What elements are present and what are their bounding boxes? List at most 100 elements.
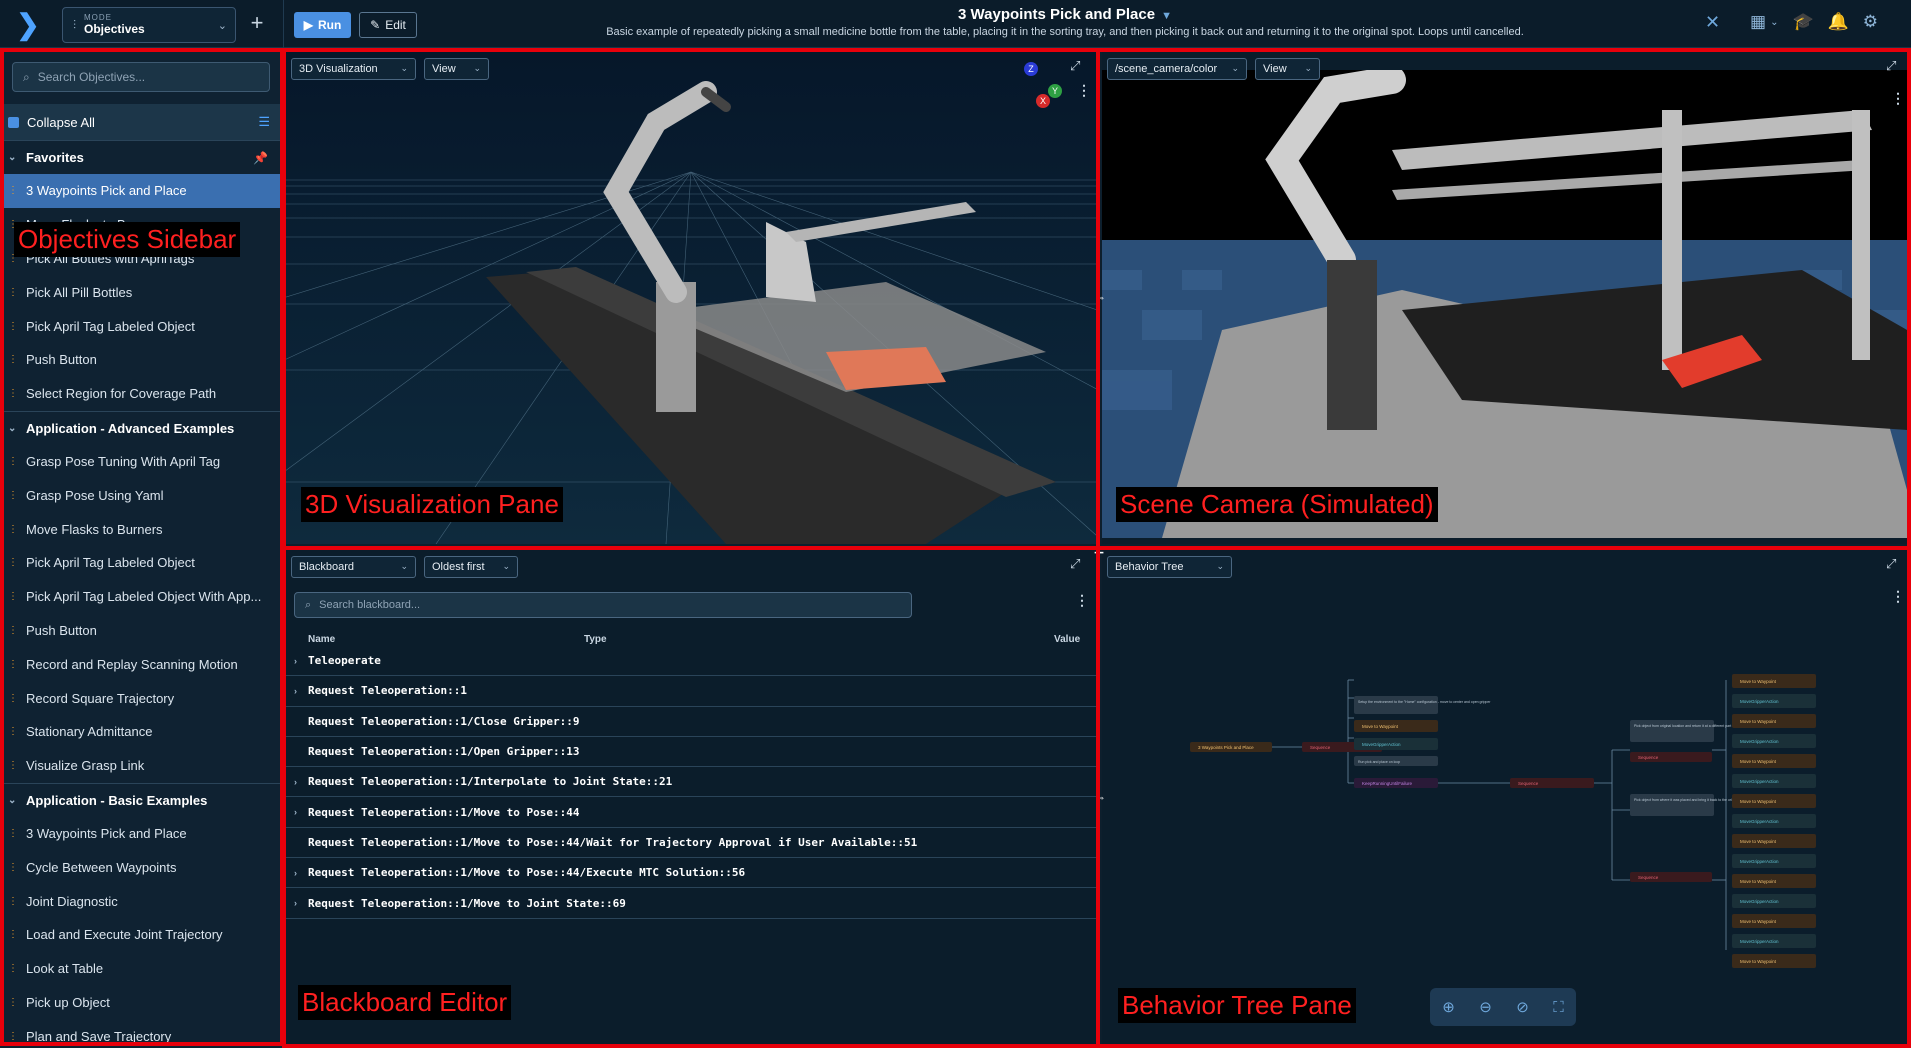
list-item[interactable]: ⋮ Pick April Tag Labeled Object — [0, 309, 282, 343]
search-objectives-input[interactable]: ⌕ Search Objectives... — [12, 62, 270, 92]
visualization-dropdown[interactable]: 3D Visualization ⌄ — [291, 58, 416, 80]
list-item[interactable]: ⋮ Stationary Admittance — [0, 715, 282, 749]
table-row[interactable]: › Request Teleoperation::1/Move to Pose::… — [286, 858, 1096, 889]
tree-gripper-node[interactable]: MoveGripperAction — [1732, 734, 1816, 748]
layout-grid-icon[interactable]: ▦ — [1750, 12, 1766, 32]
tree-gripper-node[interactable]: MoveGripperAction — [1732, 814, 1816, 828]
hide-icon[interactable]: ⊘ — [1516, 998, 1529, 1016]
list-item[interactable]: ⋮ Pick All Pill Bottles — [0, 275, 282, 309]
blackboard-dropdown[interactable]: Blackboard ⌄ — [291, 556, 416, 578]
tree-move-node[interactable]: Move to Waypoint — [1354, 720, 1438, 732]
3d-scene[interactable] — [286, 52, 1096, 544]
list-item[interactable]: ⋮ Grasp Pose Tuning With April Tag — [0, 445, 282, 479]
tree-move-node[interactable]: Move to Waypoint — [1732, 674, 1816, 688]
list-item[interactable]: ⋮ Record and Replay Scanning Motion — [0, 647, 282, 681]
chevron-down-icon[interactable]: ⌄ — [1770, 17, 1778, 28]
table-row[interactable]: › Request Teleoperation::1/Interpolate to… — [286, 767, 1096, 798]
tree-gripper-node[interactable]: MoveGripperAction — [1732, 694, 1816, 708]
tree-move-node[interactable]: Move to Waypoint — [1732, 954, 1816, 968]
fit-view-icon[interactable]: ⛶ — [1553, 999, 1564, 1016]
table-row[interactable]: › Teleoperate — [286, 646, 1096, 677]
axis-gizmo[interactable]: Z Y X — [1016, 62, 1076, 112]
list-item[interactable]: ⋮ Load and Execute Joint Trajectory — [0, 918, 282, 952]
collapse-all-button[interactable]: Collapse All ☰ — [0, 104, 282, 140]
list-item[interactable]: ⋮ Select Region for Coverage Path — [0, 377, 282, 411]
chevron-right-icon[interactable]: › — [294, 656, 297, 666]
expand-icon[interactable]: ⤢ — [1070, 556, 1080, 572]
list-item[interactable]: ⋮ Cycle Between Waypoints — [0, 850, 282, 884]
visualization-pane[interactable]: 3D Visualization ⌄ View ⌄ ⤢ ⋮ Z Y X 3D Vis… — [286, 52, 1096, 544]
tree-gripper-node[interactable]: MoveGripperAction — [1732, 774, 1816, 788]
list-item[interactable]: ⋮ Push Button — [0, 614, 282, 648]
close-icon[interactable]: ✕ — [1705, 12, 1720, 33]
tree-keep-running-node[interactable]: KeepRunningUntilFailure — [1354, 778, 1438, 788]
chevron-right-icon[interactable]: › — [294, 898, 297, 908]
table-row[interactable]: › Request Teleoperation::1 — [286, 676, 1096, 707]
list-item[interactable]: ⋮ 3 Waypoints Pick and Place — [0, 817, 282, 851]
mode-selector[interactable]: ⫶ MODE Objectives ⌄ — [62, 7, 236, 43]
list-item[interactable]: ⋮ Push Button — [0, 343, 282, 377]
list-item[interactable]: ⋮ Pick April Tag Labeled Object With App.… — [0, 580, 282, 614]
tree-gripper-node[interactable]: MoveGripperAction — [1732, 934, 1816, 948]
chevron-right-icon[interactable]: › — [294, 777, 297, 787]
list-item[interactable]: ⋮ Grasp Pose Using Yaml — [0, 478, 282, 512]
search-blackboard-input[interactable]: ⌕ Search blackboard... — [294, 592, 912, 618]
zoom-out-icon[interactable]: ⊖ — [1479, 998, 1492, 1016]
tree-move-node[interactable]: Move to Waypoint — [1732, 834, 1816, 848]
tree-root-node[interactable]: 3 Waypoints Pick and Place — [1190, 742, 1272, 752]
vertical-split-handle[interactable]: ✛ — [1094, 546, 1104, 560]
tree-move-node[interactable]: Move to Waypoint — [1732, 754, 1816, 768]
behavior-tree-canvas[interactable]: 3 Waypoints Pick and Place Sequence Setup … — [1102, 550, 1907, 1044]
tree-gripper-node[interactable]: MoveGripperAction — [1354, 738, 1438, 750]
list-item[interactable]: ⋮ Visualize Grasp Link — [0, 749, 282, 783]
objective-title[interactable]: 3 Waypoints Pick and Place ▼ — [540, 6, 1590, 23]
view-dropdown[interactable]: View ⌄ — [424, 58, 489, 80]
add-objective-button[interactable]: + — [246, 12, 268, 34]
list-item[interactable]: ⋮ Record Square Trajectory — [0, 681, 282, 715]
view-dropdown[interactable]: View ⌄ — [1255, 58, 1320, 80]
more-options-icon[interactable]: ⋮ — [1077, 82, 1091, 99]
table-row[interactable]: Request Teleoperation::1/Close Gripper::… — [286, 707, 1096, 737]
sort-dropdown[interactable]: Oldest first ⌄ — [424, 556, 518, 578]
section-basic-examples[interactable]: ⌄ Application - Basic Examples — [0, 782, 282, 817]
list-item[interactable]: ⋮ Pick April Tag Labeled Object — [0, 546, 282, 580]
chevron-right-icon[interactable]: › — [294, 807, 297, 817]
edit-button[interactable]: ✎ Edit — [359, 12, 417, 38]
chevron-right-icon[interactable]: › — [294, 868, 297, 878]
bell-icon[interactable]: 🔔 — [1828, 12, 1849, 32]
list-item[interactable]: ⋮ Look at Table — [0, 952, 282, 986]
expand-icon[interactable]: ⤢ — [1886, 58, 1896, 74]
section-advanced-examples[interactable]: ⌄ Application - Advanced Examples — [0, 410, 282, 445]
list-item[interactable]: ⋮ Pick up Object — [0, 986, 282, 1020]
app-logo-icon[interactable]: ❯ — [8, 8, 48, 40]
tree-sequence-node[interactable]: Sequence — [1510, 778, 1594, 788]
tree-sequence-node[interactable]: Sequence — [1630, 752, 1712, 762]
more-options-icon[interactable]: ⋮ — [1891, 90, 1905, 107]
camera-topic-dropdown[interactable]: /scene_camera/color ⌄ — [1107, 58, 1247, 80]
run-button[interactable]: ▶ Run — [294, 12, 351, 38]
horizontal-split-handle[interactable]: ⇔ — [1094, 790, 1106, 804]
table-row[interactable]: Request Teleoperation::1/Open Gripper::1… — [286, 737, 1096, 768]
list-item[interactable]: ⋮ Plan and Save Trajectory — [0, 1019, 282, 1048]
gear-icon[interactable]: ⚙ — [1863, 12, 1878, 32]
more-options-icon[interactable]: ⋮ — [1075, 592, 1089, 609]
table-row[interactable]: Request Teleoperation::1/Move to Pose::4… — [286, 828, 1096, 859]
horizontal-split-handle[interactable]: ⇔ — [1094, 290, 1106, 304]
chevron-right-icon[interactable]: › — [294, 686, 297, 696]
section-favorites[interactable]: ⌄ Favorites 📌 — [0, 140, 282, 174]
tree-move-node[interactable]: Move to Waypoint — [1732, 874, 1816, 888]
zoom-in-icon[interactable]: ⊕ — [1442, 998, 1455, 1016]
tree-move-node[interactable]: Move to Waypoint — [1732, 714, 1816, 728]
tree-sequence-node[interactable]: Sequence — [1630, 872, 1712, 882]
pin-icon[interactable]: 📌 — [253, 151, 268, 165]
filter-icon[interactable]: ☰ — [258, 114, 270, 130]
tree-move-node[interactable]: Move to Waypoint — [1732, 794, 1816, 808]
list-item[interactable]: ⋮ Move Flasks to Burners — [0, 512, 282, 546]
table-row[interactable]: › Request Teleoperation::1/Move to Pose::… — [286, 797, 1096, 828]
behavior-tree-pane[interactable]: Behavior Tree ⌄ ⤢ ⋮ 3 Waypoints Pick and … — [1102, 550, 1907, 1044]
table-row[interactable]: › Request Teleoperation::1/Move to Joint … — [286, 888, 1096, 919]
camera-pane[interactable]: /scene_camera/color ⌄ View ⌄ ⤢ ⋮ Scene Cam… — [1102, 52, 1907, 544]
list-item[interactable]: ⋮ 3 Waypoints Pick and Place — [0, 174, 282, 208]
tree-gripper-node[interactable]: MoveGripperAction — [1732, 894, 1816, 908]
graduation-cap-icon[interactable]: 🎓 — [1792, 12, 1813, 32]
